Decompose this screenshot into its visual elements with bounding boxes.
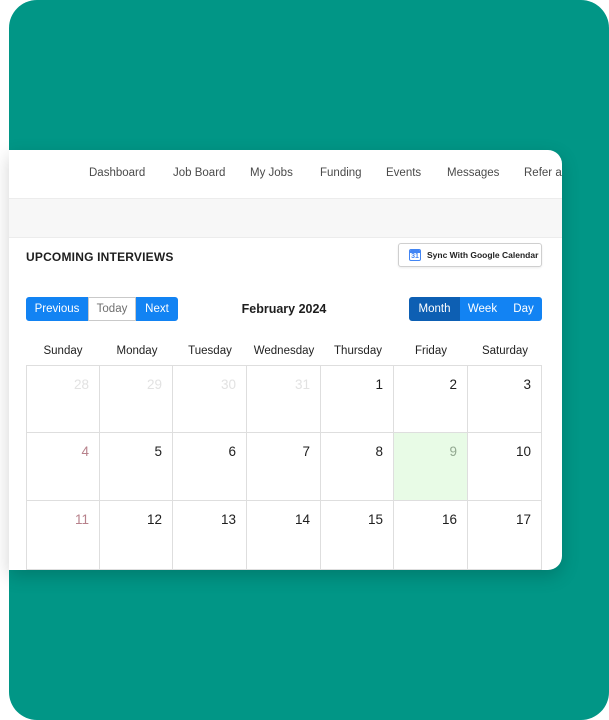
- calendar-day-cell[interactable]: 31: [247, 365, 321, 433]
- google-calendar-icon: 31: [409, 249, 421, 261]
- calendar-day-cell[interactable]: 8: [321, 433, 394, 501]
- weekday-label: Saturday: [481, 345, 529, 357]
- calendar-grid: 28 29 30 31 1 2 3 4 5 6 7 8 9 10 11 12 13 14 15 16 17: [26, 365, 542, 570]
- day-number: 2: [449, 377, 457, 392]
- calendar-nav-group: Previous Today Next: [26, 297, 178, 321]
- day-number: 7: [302, 444, 310, 459]
- day-number: 14: [294, 512, 310, 527]
- next-button[interactable]: Next: [136, 297, 178, 321]
- calendar-day-cell[interactable]: 1: [321, 365, 394, 433]
- calendar-day-cell[interactable]: 13: [173, 501, 247, 570]
- calendar-day-cell[interactable]: 11: [26, 501, 100, 570]
- nav-item-funding[interactable]: Funding: [320, 167, 362, 179]
- day-number: 9: [449, 444, 457, 459]
- day-number: 6: [228, 444, 236, 459]
- weekday-label: Thursday: [334, 345, 382, 357]
- weekday-label: Wednesday: [253, 345, 315, 357]
- day-number: 8: [375, 444, 383, 459]
- calendar-day-cell[interactable]: 2: [394, 365, 468, 433]
- calendar-day-cell[interactable]: 5: [100, 433, 173, 501]
- calendar-day-cell[interactable]: 16: [394, 501, 468, 570]
- view-switch-group: Month Week Day: [409, 297, 542, 321]
- month-view-button[interactable]: Month: [409, 297, 460, 321]
- calendar-day-cell[interactable]: 30: [173, 365, 247, 433]
- calendar-day-cell[interactable]: 6: [173, 433, 247, 501]
- day-number: 10: [515, 444, 531, 459]
- top-nav: Dashboard Job Board My Jobs Funding Even…: [9, 150, 562, 199]
- day-number: 15: [367, 512, 383, 527]
- day-number: 5: [154, 444, 162, 459]
- day-number: 13: [220, 512, 236, 527]
- day-number: 17: [515, 512, 531, 527]
- calendar-day-cell[interactable]: 9: [394, 433, 468, 501]
- nav-item-job-board[interactable]: Job Board: [173, 167, 225, 179]
- day-number: 30: [220, 377, 236, 392]
- day-number: 31: [294, 377, 310, 392]
- day-number: 4: [81, 444, 89, 459]
- sub-header-bar: [9, 199, 562, 238]
- day-number: 3: [523, 377, 531, 392]
- day-number: 11: [74, 512, 89, 527]
- calendar-day-cell[interactable]: 12: [100, 501, 173, 570]
- weekday-label: Friday: [415, 345, 447, 357]
- day-number: 12: [146, 512, 162, 527]
- sync-google-calendar-button[interactable]: 31 Sync With Google Calendar: [398, 243, 542, 267]
- nav-item-my-jobs[interactable]: My Jobs: [250, 167, 293, 179]
- calendar-day-cell[interactable]: 14: [247, 501, 321, 570]
- nav-item-events[interactable]: Events: [386, 167, 421, 179]
- nav-item-dashboard[interactable]: Dashboard: [89, 167, 145, 179]
- nav-item-messages[interactable]: Messages: [447, 167, 499, 179]
- sync-button-label: Sync With Google Calendar: [427, 250, 539, 260]
- previous-button[interactable]: Previous: [26, 297, 88, 321]
- calendar-day-cell[interactable]: 29: [100, 365, 173, 433]
- calendar-day-cell[interactable]: 4: [26, 433, 100, 501]
- day-number: 16: [441, 512, 457, 527]
- calendar-day-cell[interactable]: 10: [468, 433, 542, 501]
- section-title: UPCOMING INTERVIEWS: [26, 250, 174, 264]
- day-number: 1: [375, 377, 383, 392]
- calendar-day-cell[interactable]: 28: [26, 365, 100, 433]
- day-number: 28: [73, 377, 89, 392]
- weekday-label: Monday: [116, 345, 158, 357]
- today-button[interactable]: Today: [88, 297, 136, 321]
- day-view-button[interactable]: Day: [505, 297, 542, 321]
- calendar-day-cell[interactable]: 7: [247, 433, 321, 501]
- calendar-card: Dashboard Job Board My Jobs Funding Even…: [9, 150, 562, 570]
- day-number: 29: [146, 377, 162, 392]
- calendar-day-cell[interactable]: 17: [468, 501, 542, 570]
- nav-item-refer[interactable]: Refer a: [524, 167, 562, 179]
- weekday-label: Tuesday: [188, 345, 232, 357]
- calendar-day-cell[interactable]: 15: [321, 501, 394, 570]
- weekday-label: Sunday: [43, 345, 83, 357]
- week-view-button[interactable]: Week: [460, 297, 505, 321]
- calendar-day-cell[interactable]: 3: [468, 365, 542, 433]
- month-title: February 2024: [241, 302, 327, 316]
